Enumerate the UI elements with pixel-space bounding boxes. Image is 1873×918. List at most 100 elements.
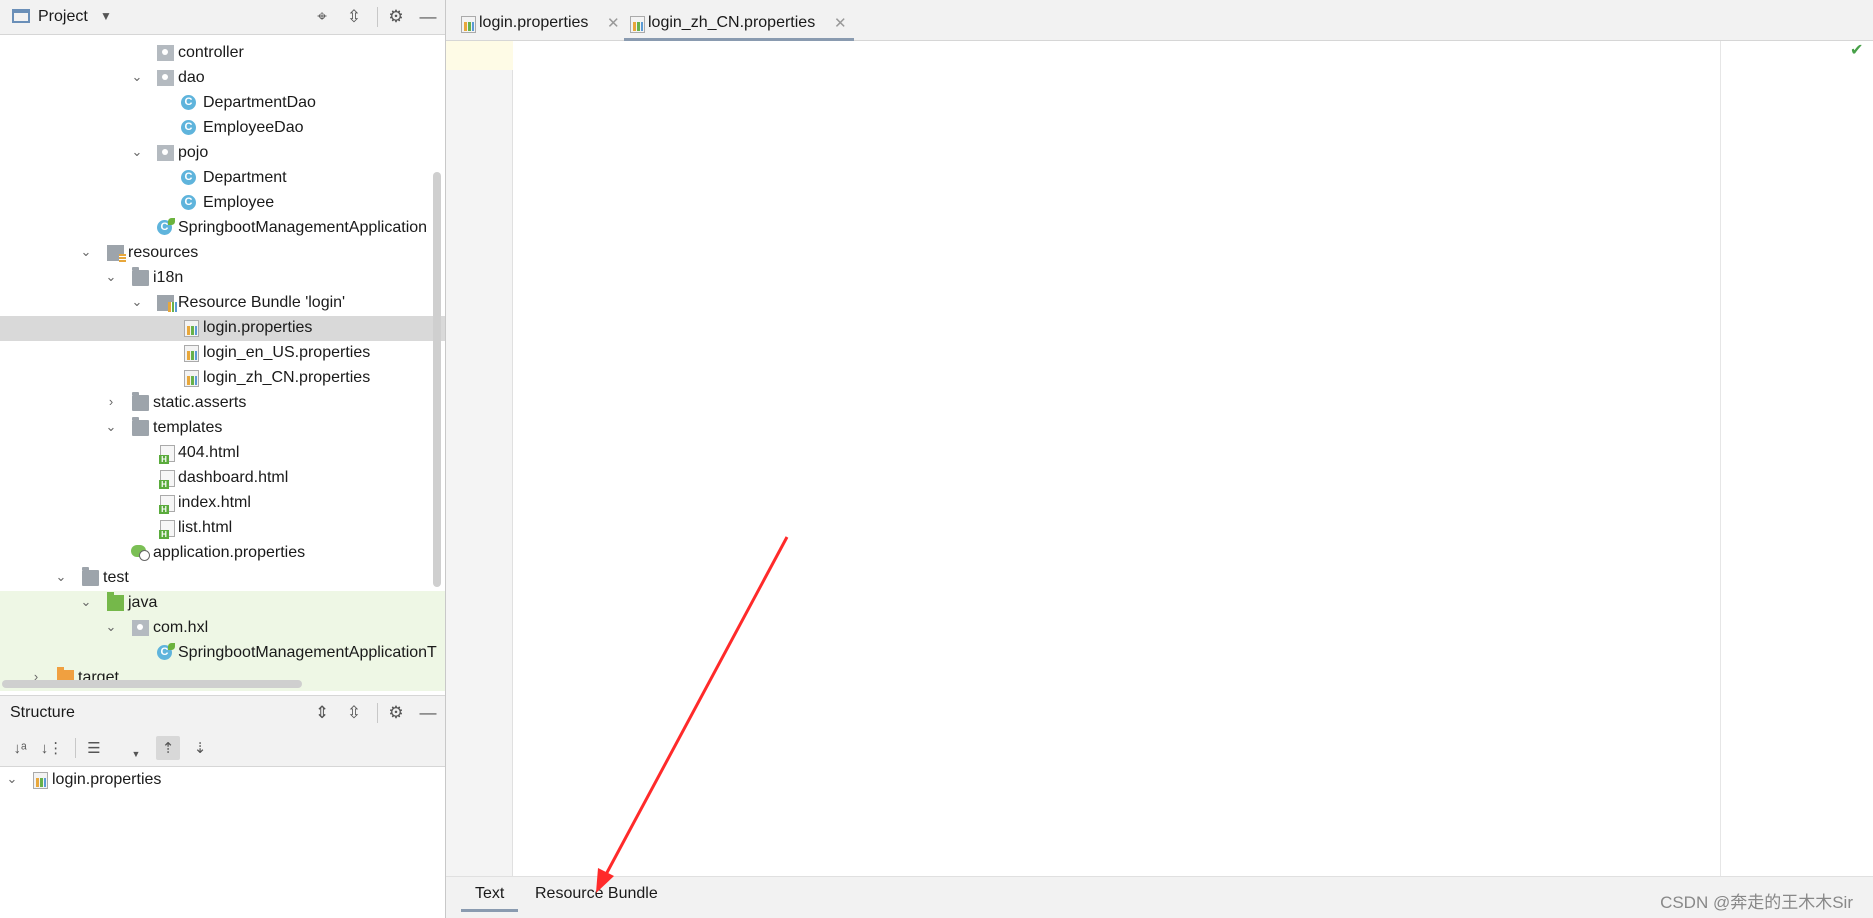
tree-item-label: dao (178, 69, 205, 86)
watermark: CSDN @奔走的王木木Sir (1660, 893, 1853, 912)
collapse-all-icon[interactable]: ⇳ (342, 6, 366, 28)
chevron-down-icon[interactable]: ⌄ (79, 595, 93, 609)
tree-item-controller[interactable]: controller (0, 41, 445, 66)
chevron-down-icon[interactable]: ⌄ (130, 70, 144, 84)
folder-icon (132, 417, 149, 436)
close-icon[interactable]: ✕ (607, 14, 620, 32)
tree-item-label: test (103, 569, 129, 586)
package-icon (157, 145, 174, 161)
chevron-down-icon[interactable]: ▼ (124, 742, 148, 766)
tree-item-login-zh-cn[interactable]: login_zh_CN.properties (0, 366, 445, 391)
structure-toolbar: ↓ᵃ ↓⋮ ☰ ▼ ⇡ ⇣ (0, 730, 445, 767)
tree-item-login-en-us[interactable]: login_en_US.properties (0, 341, 445, 366)
properties-file-icon (33, 772, 48, 789)
tree-item-resource-bundle[interactable]: ⌄ Resource Bundle 'login' (0, 291, 445, 316)
html-file-icon (159, 470, 175, 489)
autoscroll-to-source-icon[interactable]: ⇡ (156, 736, 180, 760)
tree-item-index-html[interactable]: index.html (0, 491, 445, 516)
tree-item-dao[interactable]: ⌄ dao (0, 66, 445, 91)
sort-alphabetically-icon[interactable]: ↓ᵃ (8, 736, 32, 760)
structure-item-root[interactable]: ⌄ login.properties (0, 768, 445, 793)
class-icon: C (181, 95, 196, 110)
tree-item-label: EmployeeDao (203, 119, 304, 136)
minimize-icon[interactable]: — (416, 702, 440, 724)
html-file-icon (159, 445, 175, 464)
editor-right-area[interactable] (1721, 41, 1873, 876)
tree-item-springboot-app[interactable]: C SpringbootManagementApplication (0, 216, 445, 241)
tree-item-springboot-app-tests[interactable]: C SpringbootManagementApplicationT (0, 641, 445, 666)
inspection-ok-icon[interactable]: ✔ (1850, 40, 1863, 60)
locate-icon[interactable]: ⌖ (310, 6, 334, 28)
tree-item-label: login_en_US.properties (203, 344, 371, 361)
spring-properties-icon (131, 545, 150, 561)
tree-item-list-html[interactable]: list.html (0, 516, 445, 541)
spring-boot-class-icon: C (157, 218, 175, 235)
package-icon (132, 620, 149, 636)
tab-login-zh-cn-properties[interactable]: login_zh_CN.properties ✕ (624, 6, 854, 41)
left-tool-window: Project ▼ ⌖ ⇳ ⚙ — controller ⌄ dao C Dep… (0, 0, 446, 918)
tree-item-label: Resource Bundle 'login' (178, 294, 346, 311)
sort-by-type-icon[interactable]: ↓⋮ (40, 736, 64, 760)
tree-item-label: static.asserts (153, 394, 247, 411)
project-panel-title[interactable]: Project (38, 8, 88, 26)
properties-file-icon (630, 16, 645, 33)
html-file-icon (159, 495, 175, 514)
tree-item-404-html[interactable]: 404.html (0, 441, 445, 466)
tree-item-login-properties[interactable]: login.properties (0, 316, 445, 341)
structure-panel-header: Structure ⇕ ⇳ ⚙ — (0, 695, 445, 731)
folder-icon (82, 567, 99, 586)
tab-text[interactable]: Text (460, 885, 519, 912)
tab-label: login.properties (479, 14, 589, 31)
show-fields-icon[interactable]: ☰ (82, 736, 106, 760)
tree-item-department[interactable]: C Department (0, 166, 445, 191)
chevron-down-icon[interactable]: ▼ (100, 9, 112, 23)
tree-item-employeedao[interactable]: C EmployeeDao (0, 116, 445, 141)
project-panel-header: Project ▼ ⌖ ⇳ ⚙ — (0, 0, 445, 35)
tree-item-departmentdao[interactable]: C DepartmentDao (0, 91, 445, 116)
expand-all-icon[interactable]: ⇕ (310, 702, 334, 724)
tree-item-label: SpringbootManagementApplication (178, 219, 428, 236)
tree-item-application-properties[interactable]: application.properties (0, 541, 445, 566)
chevron-down-icon[interactable]: ⌄ (54, 570, 68, 584)
editor-text-area[interactable] (513, 41, 1720, 876)
editor-tab-bar: login.properties ✕ login_zh_CN.propertie… (446, 0, 1873, 41)
tree-item-com-hxl[interactable]: ⌄ com.hxl (0, 616, 445, 641)
tree-item-pojo[interactable]: ⌄ pojo (0, 141, 445, 166)
tree-item-employee[interactable]: C Employee (0, 191, 445, 216)
tree-item-label: login.properties (203, 319, 313, 336)
chevron-down-icon[interactable]: ⌄ (130, 295, 144, 309)
chevron-right-icon[interactable]: › (104, 395, 118, 409)
tree-vertical-scrollbar[interactable] (433, 172, 441, 587)
tree-item-label: 404.html (178, 444, 240, 461)
close-icon[interactable]: ✕ (834, 14, 847, 32)
tree-item-label: templates (153, 419, 223, 436)
gear-icon[interactable]: ⚙ (384, 6, 408, 28)
chevron-down-icon[interactable]: ⌄ (5, 772, 19, 786)
gear-icon[interactable]: ⚙ (384, 702, 408, 724)
tree-item-dashboard-html[interactable]: dashboard.html (0, 466, 445, 491)
tree-item-static-asserts[interactable]: › static.asserts (0, 391, 445, 416)
tree-item-templates[interactable]: ⌄ templates (0, 416, 445, 441)
chevron-down-icon[interactable]: ⌄ (104, 620, 118, 634)
chevron-down-icon[interactable]: ⌄ (104, 270, 118, 284)
minimize-icon[interactable]: — (416, 6, 440, 28)
tree-item-label: login_zh_CN.properties (203, 369, 371, 386)
autoscroll-from-source-icon[interactable]: ⇣ (188, 736, 212, 760)
tree-item-test[interactable]: ⌄ test (0, 566, 445, 591)
tree-horizontal-scrollbar[interactable] (2, 680, 302, 688)
properties-file-icon (461, 16, 476, 33)
tab-login-properties[interactable]: login.properties ✕ (455, 6, 620, 40)
class-icon: C (181, 195, 196, 210)
chevron-down-icon[interactable]: ⌄ (79, 245, 93, 259)
chevron-down-icon[interactable]: ⌄ (130, 145, 144, 159)
project-tree[interactable]: controller ⌄ dao C DepartmentDao C Emplo… (0, 35, 445, 691)
class-icon: C (181, 120, 196, 135)
tab-resource-bundle[interactable]: Resource Bundle (535, 885, 658, 903)
folder-icon (132, 267, 149, 286)
chevron-down-icon[interactable]: ⌄ (104, 420, 118, 434)
tree-item-java[interactable]: ⌄ java (0, 591, 445, 616)
tree-item-i18n[interactable]: ⌄ i18n (0, 266, 445, 291)
collapse-all-icon[interactable]: ⇳ (342, 702, 366, 724)
tree-item-resources[interactable]: ⌄ resources (0, 241, 445, 266)
test-source-folder-icon (107, 592, 124, 611)
